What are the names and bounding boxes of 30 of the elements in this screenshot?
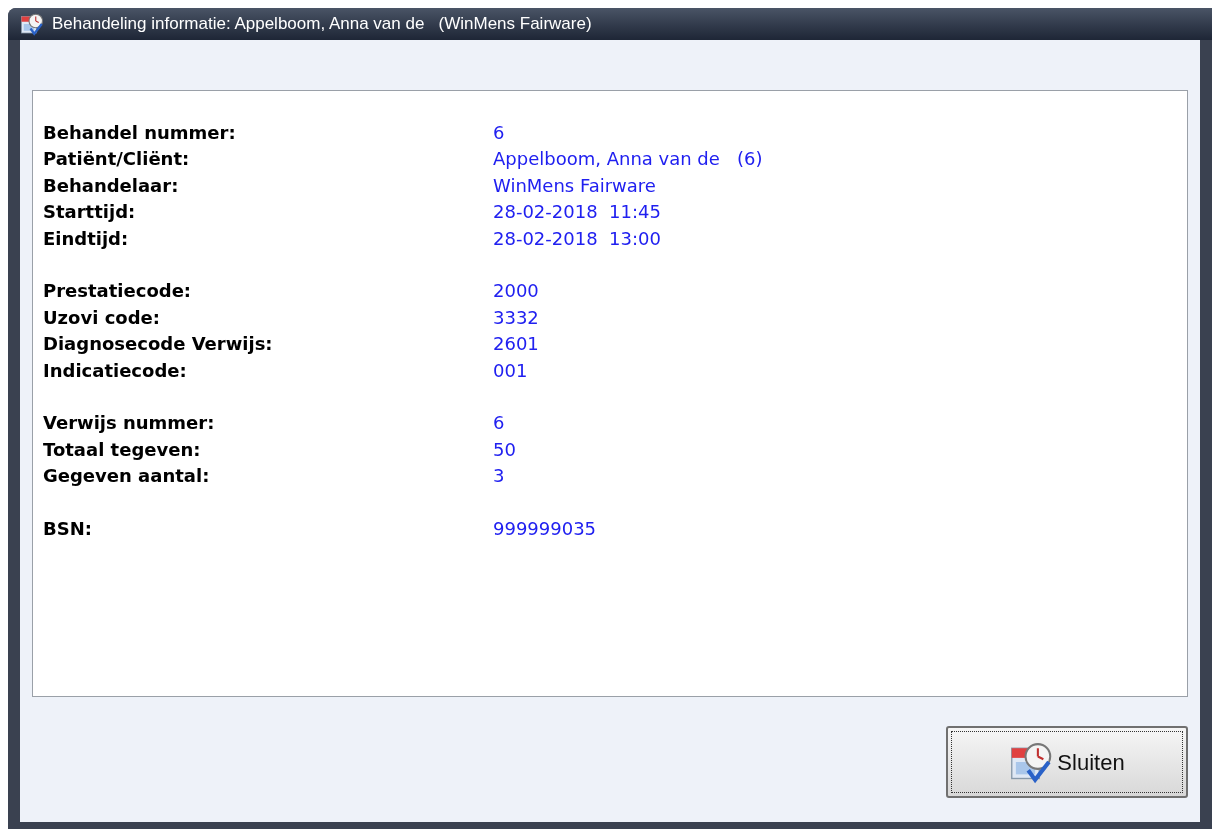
field-value: 001 xyxy=(493,358,528,383)
field-label: Patiënt/Cliënt: xyxy=(43,147,191,172)
field-value: 3332 xyxy=(493,305,539,330)
field-label: Behandelaar: xyxy=(43,173,180,198)
field-value: 28-02-2018 13:00 xyxy=(493,226,661,251)
field-label: Eindtijd: xyxy=(43,226,130,251)
field-value: 999999035 xyxy=(493,516,597,541)
field-label: Prestatiecode: xyxy=(43,279,193,304)
field-value: 28-02-2018 11:45 xyxy=(493,200,661,225)
calendar-clock-icon xyxy=(20,12,44,36)
field-value: 2000 xyxy=(493,279,539,304)
field-label: BSN: xyxy=(43,516,93,541)
window-title: Behandeling informatie: Appelboom, Anna van de (WinMens Fairware) xyxy=(52,13,592,36)
field-label: Gegeven aantal: xyxy=(43,464,211,489)
field-value: 6 xyxy=(493,120,505,145)
field-label: Uzovi code: xyxy=(43,305,161,330)
field-value: WinMens Fairware xyxy=(493,173,656,198)
close-button[interactable]: Sluiten xyxy=(946,726,1188,798)
field-label: Verwijs nummer: xyxy=(43,411,216,436)
field-label: Indicatiecode: xyxy=(43,358,188,383)
field-label: Behandel nummer: xyxy=(43,120,237,145)
calendar-clock-icon xyxy=(1009,740,1054,784)
field-value: 2601 xyxy=(493,332,539,357)
field-label: Starttijd: xyxy=(43,200,137,225)
field-value: Appelboom, Anna van de (6) xyxy=(493,147,763,172)
field-value: 50 xyxy=(493,437,516,462)
field-label: Diagnosecode Verwijs: xyxy=(43,332,274,357)
field-label: Totaal tegeven: xyxy=(43,437,202,462)
field-value: 6 xyxy=(493,411,505,436)
field-value: 3 xyxy=(493,464,505,489)
